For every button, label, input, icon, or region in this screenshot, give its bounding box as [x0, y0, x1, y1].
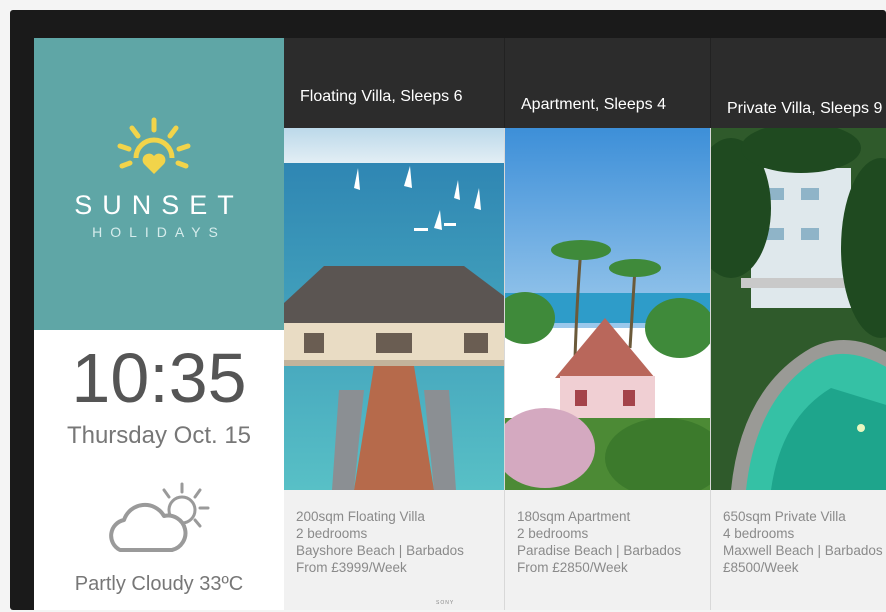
listing-title: Floating Villa, Sleeps 6	[300, 88, 463, 105]
listing-price: £8500/Week	[723, 560, 799, 575]
beach-apartment-photo	[505, 128, 710, 490]
sun-heart-logo-icon	[117, 117, 191, 174]
brand-panel: SUNSET HOLIDAYS	[34, 38, 284, 330]
signage-screen: SUNSET HOLIDAYS 10:35 Thursday Oct. 15 P…	[34, 38, 886, 610]
listing-header: Apartment, Sleeps 4	[505, 38, 710, 128]
brand-tagline: HOLIDAYS	[92, 224, 226, 240]
clock-time: 10:35	[71, 339, 247, 417]
tv-bezel: SUNSET HOLIDAYS 10:35 Thursday Oct. 15 P…	[10, 10, 886, 610]
listing-size: 650sqm Private Villa	[723, 509, 846, 524]
info-panel: 10:35 Thursday Oct. 15 Partly Cloudy 33º…	[34, 330, 284, 610]
listing-card: Floating Villa, Sleeps 6 200sqm Floating…	[284, 38, 504, 610]
weather-label: Partly Cloudy 33ºC	[74, 573, 244, 595]
listing-bedrooms: 2 bedrooms	[296, 526, 368, 541]
listing-header: Floating Villa, Sleeps 6	[284, 38, 504, 128]
listing-size: 180sqm Apartment	[517, 509, 631, 524]
listing-price: From £2850/Week	[517, 560, 628, 575]
listing-card: Private Villa, Sleeps 9 650sqm Private V…	[711, 38, 886, 610]
tv-brand-label: SONY	[436, 600, 455, 606]
listing-bedrooms: 2 bedrooms	[517, 526, 589, 541]
listing-price: From £3999/Week	[296, 560, 407, 575]
listing-bedrooms: 4 bedrooms	[723, 526, 795, 541]
listing-title: Apartment, Sleeps 4	[521, 96, 666, 113]
listing-details: 200sqm Floating Villa 2 bedrooms Bayshor…	[284, 490, 504, 610]
floating-villa-photo	[284, 128, 504, 490]
listing-location: Paradise Beach | Barbados	[517, 543, 682, 558]
listing-details: 180sqm Apartment 2 bedrooms Paradise Bea…	[505, 490, 710, 610]
brand-name: SUNSET	[74, 190, 244, 220]
partly-cloudy-icon	[109, 482, 210, 552]
listing-details: 650sqm Private Villa 4 bedrooms Maxwell …	[711, 490, 886, 610]
listing-location: Maxwell Beach | Barbados	[723, 543, 883, 558]
listing-title: Private Villa, Sleeps 9	[727, 100, 883, 117]
listing-header: Private Villa, Sleeps 9	[711, 38, 886, 128]
clock-date: Thursday Oct. 15	[66, 422, 252, 449]
listing-card: Apartment, Sleeps 4 180sqm Apartment 2 b…	[505, 38, 710, 610]
private-villa-pool-photo	[711, 128, 886, 490]
listing-location: Bayshore Beach | Barbados	[296, 543, 464, 558]
listing-size: 200sqm Floating Villa	[296, 509, 425, 524]
